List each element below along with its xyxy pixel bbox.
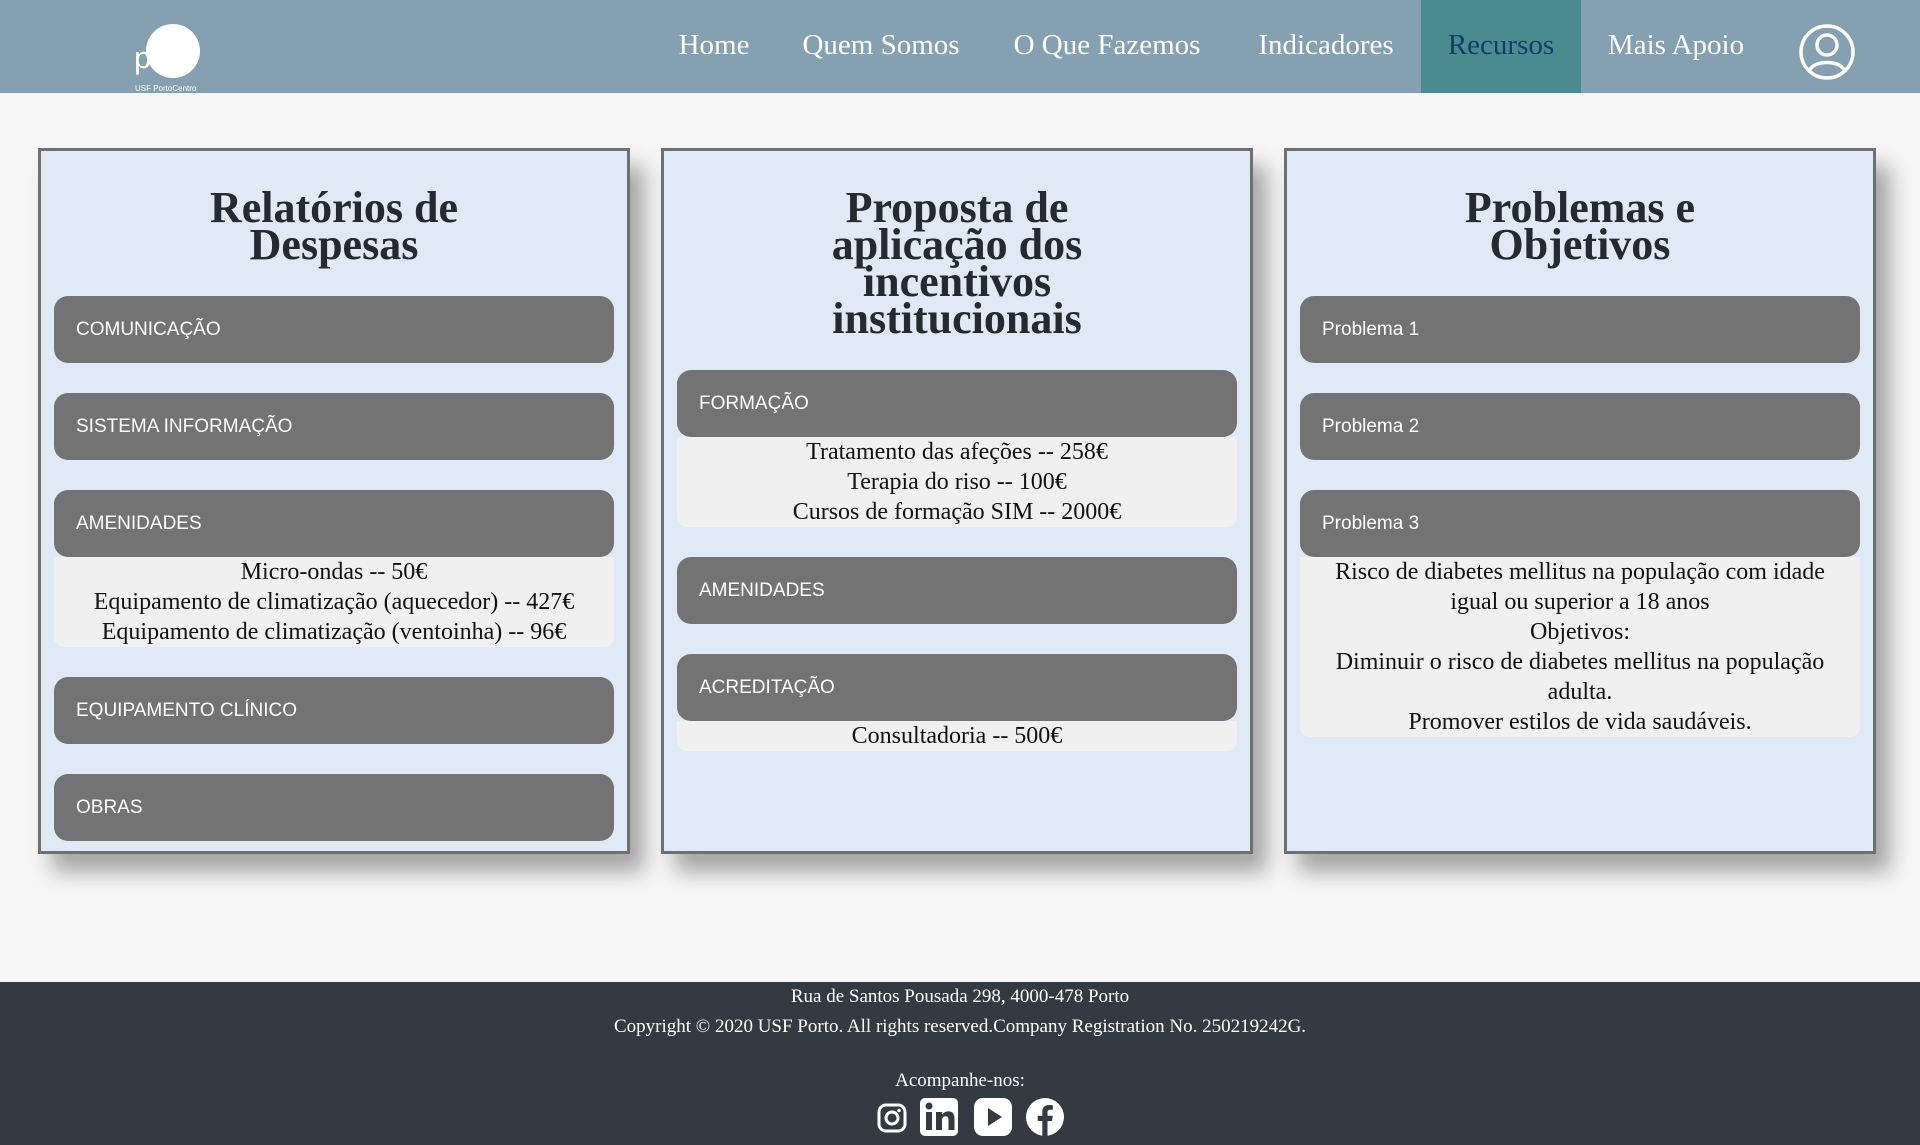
detail-line: Tratamento das afeções -- 258€ bbox=[806, 439, 1108, 465]
detail-line: Consultadoria -- 500€ bbox=[851, 723, 1063, 749]
card-title-line: Objetivos bbox=[1489, 220, 1671, 269]
accordion-item-comunicacao[interactable]: COMUNICAÇÃO bbox=[54, 296, 614, 363]
logo[interactable]: pc USF PortoCentro bbox=[134, 24, 206, 96]
footer-copyright: Copyright © 2020 USF Porto. All rights r… bbox=[613, 1016, 1307, 1037]
youtube-icon[interactable] bbox=[972, 1096, 1014, 1138]
detail-line: Risco de diabetes mellitus na população … bbox=[1335, 559, 1825, 585]
nav-item-recursos[interactable]: Recursos bbox=[1421, 0, 1581, 93]
card-title-line: Despesas bbox=[249, 220, 419, 269]
card-title-line: institucionais bbox=[832, 294, 1082, 343]
card-title: Problemas e Objetivos bbox=[1287, 186, 1873, 269]
accordion-panel-formacao: Tratamento das afeções -- 258€ Terapia d… bbox=[677, 437, 1237, 527]
accordion-item-amenidades[interactable]: AMENIDADES bbox=[677, 557, 1237, 624]
accordion: Problema 1 Problema 2 Problema 3 Risco d… bbox=[1300, 296, 1860, 767]
card-problemas-objetivos: Problemas e Objetivos Problema 1 Problem… bbox=[1284, 148, 1876, 854]
detail-line: Diminuir o risco de diabetes mellitus na… bbox=[1335, 649, 1825, 675]
logo-subtitle: USF PortoCentro bbox=[135, 84, 197, 93]
nav-item-mais-apoio[interactable]: Mais Apoio bbox=[1592, 0, 1760, 93]
nav-item-indicadores[interactable]: Indicadores bbox=[1240, 0, 1412, 93]
accordion: COMUNICAÇÃO SISTEMA INFORMAÇÃO AMENIDADE… bbox=[54, 296, 614, 871]
logo-mark: pc bbox=[134, 40, 165, 75]
detail-line: Equipamento de climatização (aquecedor) … bbox=[93, 589, 575, 615]
detail-line: Cursos de formação SIM -- 2000€ bbox=[792, 499, 1122, 525]
accordion-item-amenidades[interactable]: AMENIDADES bbox=[54, 490, 614, 557]
card-relatorios-despesas: Relatórios de Despesas COMUNICAÇÃO SISTE… bbox=[38, 148, 630, 854]
card-proposta-incentivos: Proposta de aplicação dos incentivos ins… bbox=[661, 148, 1253, 854]
accordion-item-problema-1[interactable]: Problema 1 bbox=[1300, 296, 1860, 363]
detail-line: igual ou superior a 18 anos bbox=[1450, 589, 1710, 615]
accordion-item-equipamento-clinico[interactable]: EQUIPAMENTO CLÍNICO bbox=[54, 677, 614, 744]
accordion-item-formacao[interactable]: FORMAÇÃO bbox=[677, 370, 1237, 437]
accordion-panel-amenidades: Micro-ondas -- 50€ Equipamento de climat… bbox=[54, 557, 614, 647]
footer-follow-label: Acompanhe-nos: bbox=[895, 1070, 1025, 1091]
facebook-icon[interactable] bbox=[1024, 1096, 1066, 1138]
footer-address: Rua de Santos Pousada 298, 4000-478 Port… bbox=[790, 986, 1130, 1007]
user-circle-icon[interactable] bbox=[1799, 24, 1855, 80]
nav-item-o-que-fazemos[interactable]: O Que Fazemos bbox=[996, 0, 1218, 93]
detail-line: Equipamento de climatização (ventoinha) … bbox=[101, 619, 567, 645]
social-links bbox=[868, 1096, 1068, 1140]
card-title: Proposta de aplicação dos incentivos ins… bbox=[664, 186, 1250, 343]
accordion-item-problema-3[interactable]: Problema 3 bbox=[1300, 490, 1860, 557]
detail-line: Terapia do riso -- 100€ bbox=[847, 469, 1067, 495]
navbar: pc USF PortoCentro Home Quem Somos O Que… bbox=[0, 0, 1920, 93]
card-title: Relatórios de Despesas bbox=[41, 186, 627, 269]
accordion-item-sistema-informacao[interactable]: SISTEMA INFORMAÇÃO bbox=[54, 393, 614, 460]
accordion-item-obras[interactable]: OBRAS bbox=[54, 774, 614, 841]
detail-line: adulta. bbox=[1547, 679, 1613, 705]
detail-line: Micro-ondas -- 50€ bbox=[240, 559, 428, 585]
nav-item-home[interactable]: Home bbox=[658, 0, 770, 93]
accordion-item-acreditacao[interactable]: ACREDITAÇÃO bbox=[677, 654, 1237, 721]
accordion-item-problema-2[interactable]: Problema 2 bbox=[1300, 393, 1860, 460]
accordion-panel-problema-3: Risco de diabetes mellitus na população … bbox=[1300, 557, 1860, 737]
footer: Rua de Santos Pousada 298, 4000-478 Port… bbox=[0, 982, 1920, 1145]
detail-line: Objetivos: bbox=[1530, 619, 1630, 645]
linkedin-icon[interactable] bbox=[918, 1096, 960, 1138]
instagram-icon[interactable] bbox=[870, 1096, 912, 1138]
detail-line: Promover estilos de vida saudáveis. bbox=[1408, 709, 1752, 735]
nav-item-quem-somos[interactable]: Quem Somos bbox=[782, 0, 980, 93]
accordion: FORMAÇÃO Tratamento das afeções -- 258€ … bbox=[677, 370, 1237, 781]
accordion-panel-acreditacao: Consultadoria -- 500€ bbox=[677, 721, 1237, 751]
